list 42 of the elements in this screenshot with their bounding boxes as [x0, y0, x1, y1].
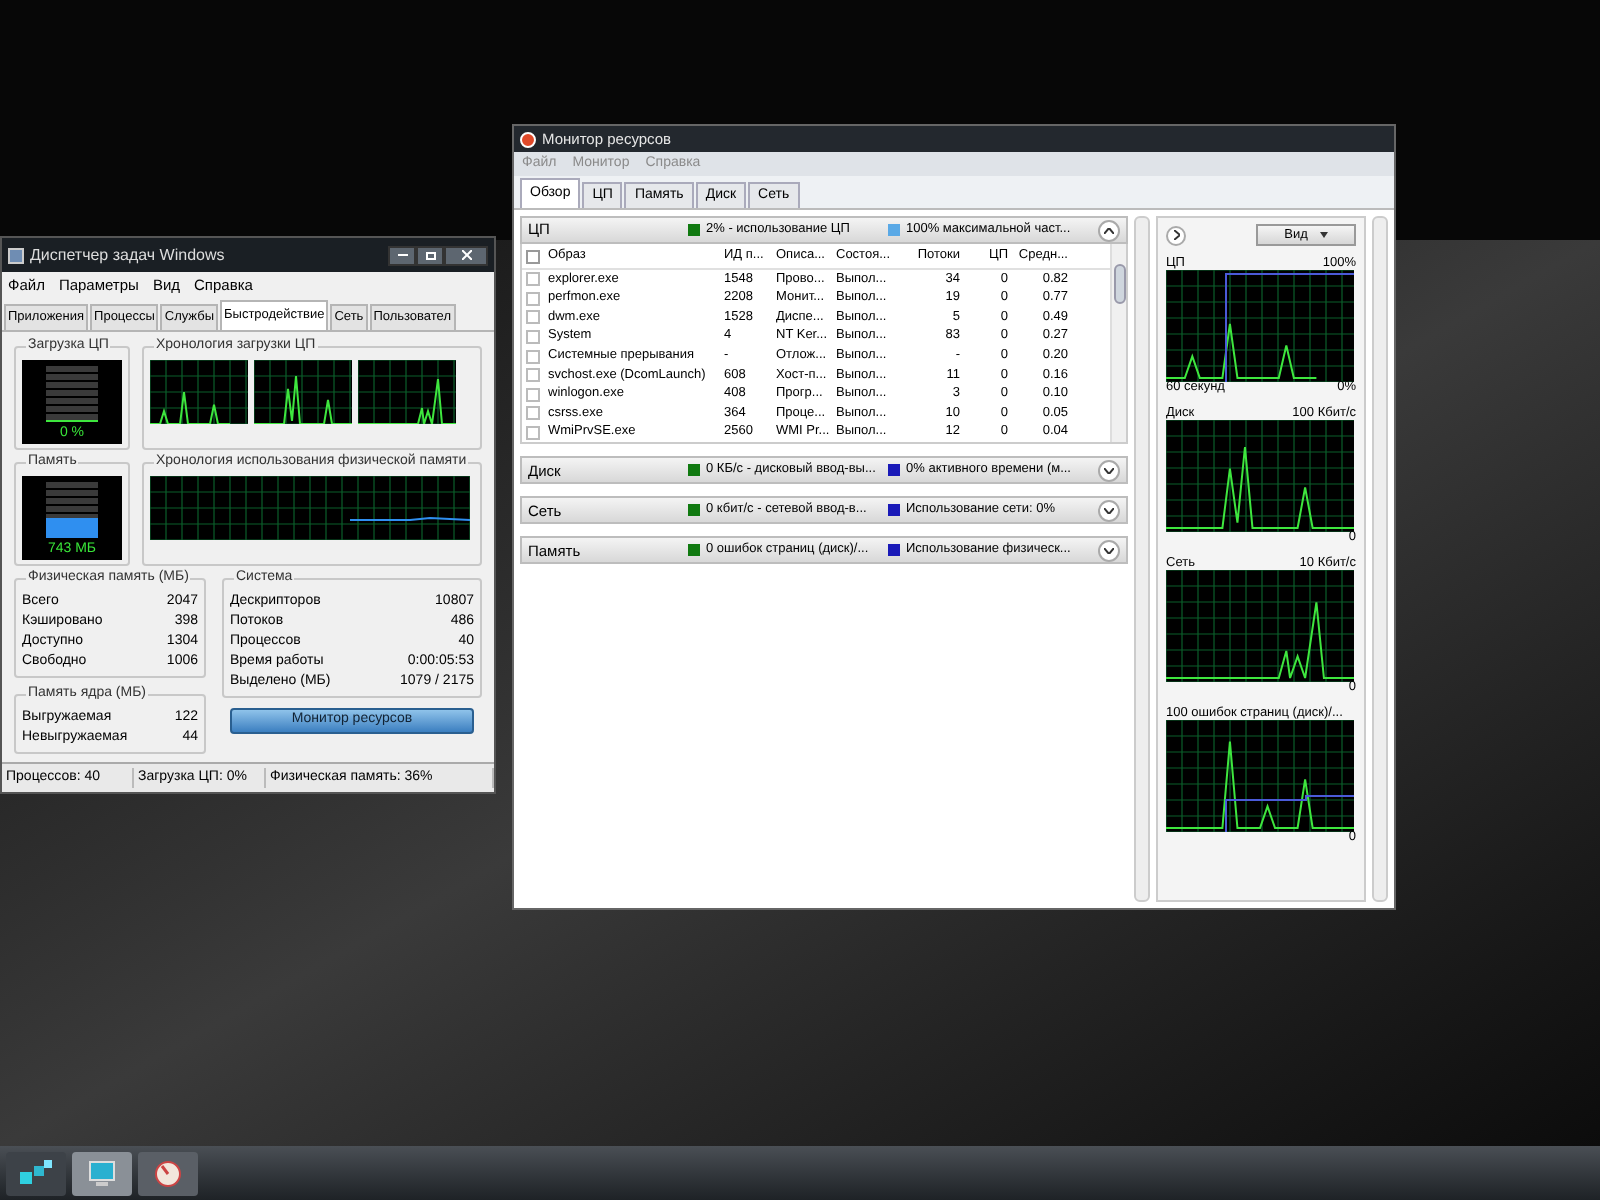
chevron-icon [1104, 227, 1114, 233]
taskbar-button[interactable] [72, 1151, 132, 1195]
row-checkbox[interactable] [526, 330, 540, 345]
cpu-history-graph [358, 360, 456, 424]
close-icon [461, 250, 471, 260]
dropdown-icon [1319, 232, 1328, 238]
cubes-icon [18, 1159, 54, 1187]
minimize-button[interactable] [388, 245, 416, 265]
gauge-icon [154, 1159, 182, 1187]
row-checkbox[interactable] [526, 310, 540, 325]
row-checkbox[interactable] [526, 406, 540, 421]
close-button[interactable] [444, 245, 488, 265]
chevron-icon [1104, 467, 1114, 474]
expand-button[interactable] [1098, 499, 1120, 522]
row-checkbox[interactable] [526, 387, 540, 402]
chevron-icon [1104, 507, 1114, 514]
scrollbar[interactable] [1110, 244, 1126, 443]
expand-button[interactable] [1098, 459, 1120, 482]
maximize-button[interactable] [416, 245, 444, 265]
row-checkbox[interactable] [526, 426, 540, 441]
chevron-right-icon [1173, 230, 1179, 240]
scrollbar[interactable] [1134, 216, 1150, 902]
cpu-history-graph [254, 360, 352, 424]
row-checkbox[interactable] [526, 349, 540, 364]
window-app-icon [520, 131, 536, 147]
chevron-icon [1104, 547, 1114, 554]
row-checkbox[interactable] [526, 368, 540, 383]
row-checkbox[interactable] [526, 291, 540, 306]
expand-button[interactable] [1098, 539, 1120, 562]
scrollbar[interactable] [1372, 216, 1388, 902]
header-checkbox[interactable] [526, 249, 540, 263]
collapse-button[interactable] [1098, 219, 1120, 241]
cpu-history-graph [150, 360, 248, 424]
taskbar-button[interactable] [6, 1151, 66, 1195]
minimize-icon [397, 254, 407, 256]
monitor-icon [86, 1159, 118, 1187]
taskbar-button[interactable] [138, 1151, 198, 1195]
expand-pane-button[interactable] [1166, 225, 1186, 245]
row-checkbox[interactable] [526, 272, 540, 287]
window-app-icon [8, 247, 24, 263]
maximize-icon [425, 251, 435, 259]
window-title: Диспетчер задач Windows [30, 243, 225, 267]
